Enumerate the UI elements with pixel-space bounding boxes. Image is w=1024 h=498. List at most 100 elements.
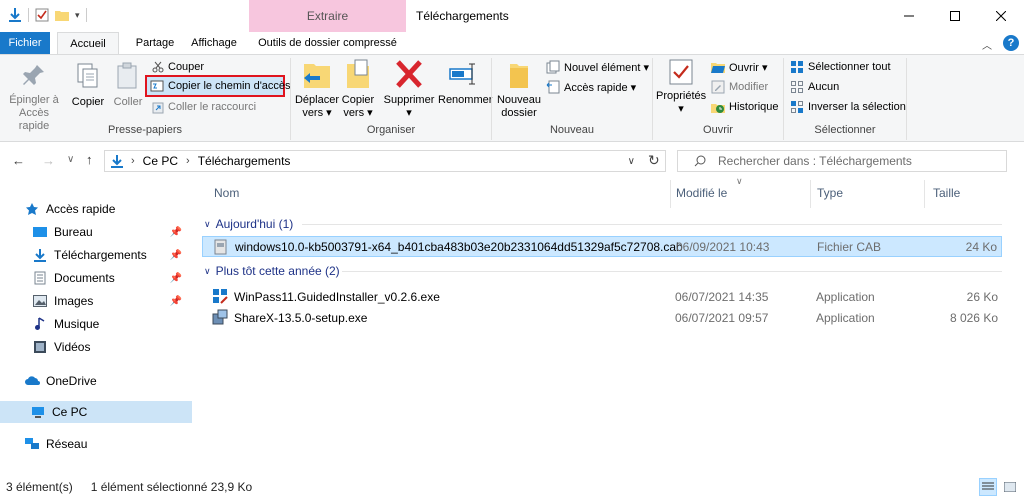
nav-item-acces-rapide[interactable]: Accès rapide bbox=[24, 198, 192, 220]
select-none-button[interactable]: Aucun bbox=[790, 78, 839, 96]
title-bar bbox=[0, 0, 1024, 32]
images-icon bbox=[32, 293, 48, 309]
new-item-icon bbox=[546, 60, 560, 74]
nav-item-onedrive[interactable]: OneDrive bbox=[24, 370, 192, 392]
nav-item-telechargements[interactable]: Téléchargements 📌 bbox=[32, 244, 192, 266]
invert-selection-button[interactable]: Inverser la sélection bbox=[790, 98, 906, 116]
group-header-earlier-this-year[interactable]: ∨ Plus tôt cette année (2) bbox=[204, 264, 340, 278]
open-button[interactable]: Ouvrir ▾ bbox=[711, 58, 768, 76]
file-type: Application bbox=[816, 310, 875, 325]
breadcrumb-ce-pc[interactable]: Ce PC bbox=[143, 154, 178, 168]
file-row[interactable]: WinPass11.GuidedInstaller_v0.2.6.exe 06/… bbox=[202, 286, 1002, 307]
file-row[interactable]: ShareX-13.5.0-setup.exe 06/07/2021 09:57… bbox=[202, 307, 1002, 328]
large-icons-view-icon[interactable] bbox=[1001, 478, 1019, 496]
details-view-icon[interactable] bbox=[979, 478, 997, 496]
forward-arrow-icon[interactable]: → bbox=[42, 153, 55, 168]
paste-shortcut-button[interactable]: Coller le raccourci bbox=[152, 98, 256, 116]
copy-button[interactable]: Copier bbox=[70, 62, 106, 109]
qat-dropdown-icon[interactable]: ▾ bbox=[75, 10, 80, 21]
new-item-button[interactable]: Nouvel élément ▾ bbox=[546, 58, 649, 76]
nav-item-documents[interactable]: Documents 📌 bbox=[32, 267, 192, 289]
select-all-button[interactable]: Sélectionner tout bbox=[790, 58, 891, 76]
file-size: 24 Ko bbox=[965, 239, 997, 254]
move-to-button[interactable]: Déplacer vers ▾ bbox=[294, 58, 340, 120]
minimize-button[interactable] bbox=[886, 0, 932, 32]
easy-access-button[interactable]: Accès rapide ▾ bbox=[546, 78, 636, 96]
tab-outils-dossier-compresse[interactable]: Outils de dossier compressé bbox=[249, 32, 406, 54]
search-input[interactable]: Rechercher dans : Téléchargements bbox=[677, 150, 1007, 172]
group-label-ouvrir: Ouvrir bbox=[703, 124, 733, 136]
group-header-today[interactable]: ∨ Aujourd'hui (1) bbox=[204, 217, 293, 231]
search-placeholder: Rechercher dans : Téléchargements bbox=[718, 154, 912, 168]
edit-button[interactable]: Modifier bbox=[711, 78, 768, 96]
address-bar[interactable]: › Ce PC › Téléchargements ∨ bbox=[104, 150, 666, 172]
documents-icon bbox=[32, 270, 48, 286]
file-date: 06/07/2021 09:57 bbox=[675, 310, 769, 325]
file-row[interactable]: windows10.0-kb5003791-x64_b401cba483b03e… bbox=[202, 236, 1002, 257]
column-header-nom[interactable]: Nom bbox=[214, 186, 239, 200]
nav-item-musique[interactable]: Musique bbox=[32, 313, 192, 335]
folder-qat-icon[interactable] bbox=[55, 9, 69, 21]
maximize-button[interactable] bbox=[932, 0, 978, 32]
nav-item-images[interactable]: Images 📌 bbox=[32, 290, 192, 312]
tab-fichier[interactable]: Fichier bbox=[0, 32, 50, 54]
properties-qat-icon[interactable] bbox=[8, 7, 22, 23]
edit-icon bbox=[711, 80, 725, 94]
pin-icon: 📌 bbox=[169, 295, 182, 307]
copy-path-button[interactable]: Copier le chemin d'accès bbox=[150, 77, 291, 95]
group-divider bbox=[302, 224, 1002, 225]
column-divider[interactable] bbox=[810, 180, 811, 208]
delete-button[interactable]: Supprimer ▾ bbox=[380, 58, 438, 120]
winpass-exe-icon bbox=[212, 288, 228, 304]
column-header-taille[interactable]: Taille bbox=[933, 186, 960, 200]
ribbon-collapse-icon[interactable]: ︿ bbox=[982, 37, 992, 52]
nav-item-reseau[interactable]: Réseau bbox=[24, 433, 192, 455]
select-all-icon bbox=[790, 60, 804, 74]
breadcrumb-chevron-icon[interactable]: › bbox=[131, 155, 135, 167]
cut-button[interactable]: Couper bbox=[152, 58, 204, 76]
new-folder-button[interactable]: Nouveau dossier bbox=[496, 58, 542, 120]
pin-icon: 📌 bbox=[169, 249, 182, 261]
download-folder-icon bbox=[111, 154, 123, 168]
close-button[interactable] bbox=[978, 0, 1024, 32]
copy-to-button[interactable]: Copier vers ▾ bbox=[340, 58, 376, 120]
pin-quick-access-button[interactable]: Épingler à Accès rapide bbox=[4, 62, 64, 133]
up-arrow-icon[interactable]: ↑ bbox=[86, 152, 93, 167]
quick-access-toolbar: ▾ bbox=[8, 7, 87, 23]
nav-item-ce-pc[interactable]: Ce PC bbox=[0, 401, 192, 423]
file-type: Fichier CAB bbox=[817, 239, 882, 254]
rename-icon bbox=[438, 58, 488, 90]
breadcrumb-chevron-icon[interactable]: › bbox=[186, 155, 190, 167]
history-button[interactable]: Historique bbox=[711, 98, 779, 116]
videos-icon bbox=[32, 339, 48, 355]
address-dropdown-icon[interactable]: ∨ bbox=[628, 156, 635, 167]
group-divider bbox=[342, 271, 1002, 272]
properties-button[interactable]: Propriétés ▾ bbox=[656, 58, 706, 116]
column-header-type[interactable]: Type bbox=[817, 186, 843, 200]
checkbox-qat-icon[interactable] bbox=[35, 8, 49, 22]
tab-affichage[interactable]: Affichage bbox=[186, 32, 242, 54]
music-icon bbox=[32, 316, 48, 332]
back-arrow-icon[interactable]: ← bbox=[12, 153, 25, 168]
column-header-modifie-le[interactable]: Modifié le bbox=[676, 186, 727, 200]
help-icon[interactable]: ? bbox=[1003, 35, 1019, 51]
context-tab-extraire[interactable]: Extraire bbox=[249, 0, 406, 32]
network-icon bbox=[24, 436, 40, 452]
column-divider[interactable] bbox=[670, 180, 671, 208]
recent-locations-icon[interactable]: ∨ bbox=[67, 154, 74, 165]
file-name: ShareX-13.5.0-setup.exe bbox=[234, 310, 368, 325]
nav-item-videos[interactable]: Vidéos bbox=[32, 336, 192, 358]
scissors-icon bbox=[152, 61, 164, 73]
tab-partage[interactable]: Partage bbox=[124, 32, 186, 54]
column-divider[interactable] bbox=[924, 180, 925, 208]
paste-button[interactable]: Coller bbox=[110, 62, 146, 109]
file-name: WinPass11.GuidedInstaller_v0.2.6.exe bbox=[234, 289, 440, 304]
tab-accueil[interactable]: Accueil bbox=[57, 32, 119, 55]
refresh-icon[interactable]: ↻ bbox=[648, 152, 660, 169]
nav-item-bureau[interactable]: Bureau 📌 bbox=[32, 221, 192, 243]
file-date: 06/09/2021 10:43 bbox=[676, 239, 770, 254]
breadcrumb-telechargements[interactable]: Téléchargements bbox=[198, 154, 291, 168]
status-item-count: 3 élément(s) bbox=[6, 480, 73, 494]
rename-button[interactable]: Renommer bbox=[438, 58, 492, 107]
file-size: 26 Ko bbox=[966, 289, 998, 304]
